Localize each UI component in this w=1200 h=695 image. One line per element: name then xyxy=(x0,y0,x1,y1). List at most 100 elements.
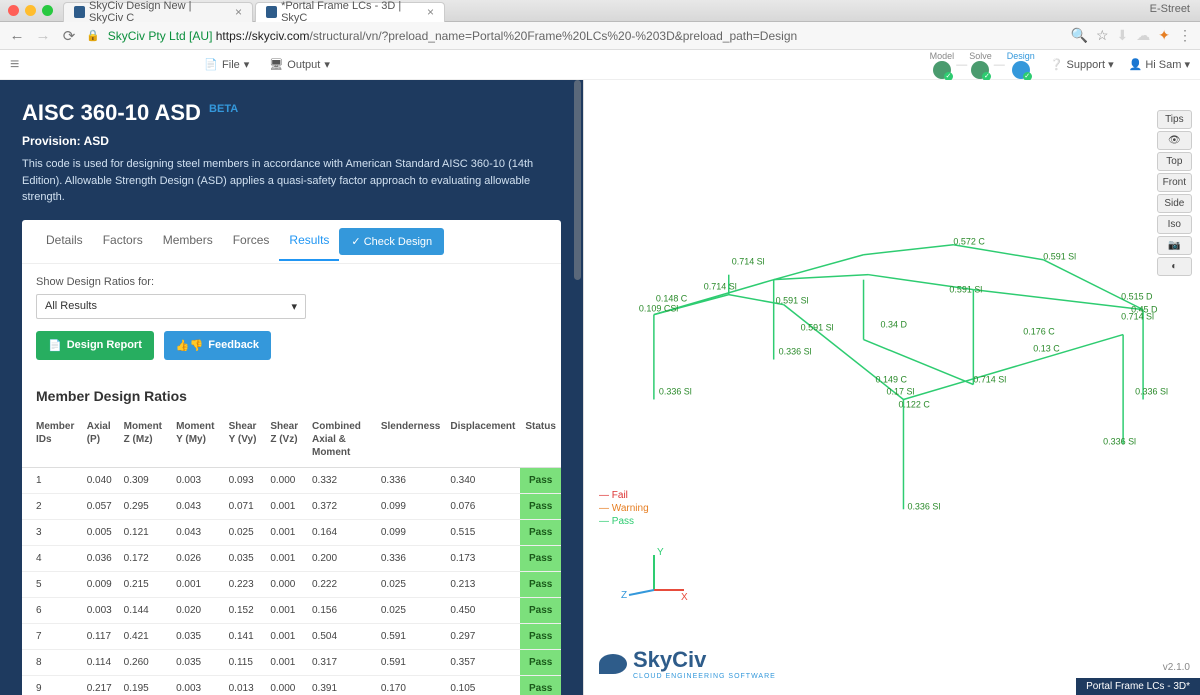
maximize-window-icon[interactable] xyxy=(42,5,53,16)
table-row[interactable]: 80.1140.2600.0350.1150.0010.3170.5910.35… xyxy=(22,649,561,675)
table-row[interactable]: 30.0050.1210.0430.0250.0010.1640.0990.51… xyxy=(22,519,561,545)
design-panel: AISC 360-10 ASD BETA Provision: ASD This… xyxy=(0,80,583,695)
svg-text:0.591 Sl: 0.591 Sl xyxy=(801,323,834,333)
code-description: This code is used for designing steel me… xyxy=(22,156,561,206)
menu-icon[interactable]: ⋮ xyxy=(1178,27,1192,44)
bookmark-icon[interactable]: ☆ xyxy=(1096,27,1109,44)
viewport-tool[interactable]: Side xyxy=(1157,194,1192,213)
svg-text:0.714 Sl: 0.714 Sl xyxy=(973,375,1006,385)
svg-text:0.148 C: 0.148 C xyxy=(656,294,688,304)
svg-text:Y: Y xyxy=(657,547,664,558)
viewport-tool[interactable]: 📷 xyxy=(1157,236,1192,255)
close-icon[interactable]: × xyxy=(235,5,242,19)
skyciv-logo: SkyCivCLOUD ENGINEERING SOFTWARE xyxy=(599,647,776,680)
support-menu[interactable]: ❔ Support ▾ xyxy=(1050,58,1114,71)
axes-gizmo: Y X Z xyxy=(619,540,689,610)
window-controls[interactable] xyxy=(8,5,53,16)
table-row[interactable]: 50.0090.2150.0010.2230.0000.2220.0250.21… xyxy=(22,571,561,597)
address-bar[interactable]: SkyCiv Pty Ltd [AU] https://skyciv.com/s… xyxy=(108,29,1063,43)
3d-viewport[interactable]: 0.591 Sl0.572 C0.591 Sl0.34 D0.591 Sl0.7… xyxy=(583,80,1200,695)
table-row[interactable]: 20.0570.2950.0430.0710.0010.3720.0990.07… xyxy=(22,493,561,519)
minimize-window-icon[interactable] xyxy=(25,5,36,16)
svg-text:0.45 D: 0.45 D xyxy=(1131,305,1158,315)
reload-button[interactable]: ⟳ xyxy=(60,27,78,45)
viewport-tool[interactable]: Iso xyxy=(1157,215,1192,234)
tab-members[interactable]: Members xyxy=(153,221,223,261)
logo-icon xyxy=(599,654,627,674)
svg-text:0.336 Sl: 0.336 Sl xyxy=(779,347,812,357)
viewport-tool[interactable]: 👁 xyxy=(1157,131,1192,150)
ratios-filter-select[interactable]: All Results▾ xyxy=(36,294,306,319)
status-badge: Pass xyxy=(520,467,561,493)
tab-factors[interactable]: Factors xyxy=(93,221,153,261)
hamburger-icon[interactable]: ≡ xyxy=(10,56,19,74)
viewport-tool[interactable]: Tips xyxy=(1157,110,1192,129)
svg-text:0.572 C: 0.572 C xyxy=(953,237,985,247)
table-title: Member Design Ratios xyxy=(22,372,561,412)
table-row[interactable]: 70.1170.4210.0350.1410.0010.5040.5910.29… xyxy=(22,623,561,649)
status-badge: Pass xyxy=(520,571,561,597)
svg-text:0.591 Sl: 0.591 Sl xyxy=(1043,252,1076,262)
provision-label: Provision: ASD xyxy=(22,134,561,148)
design-report-button[interactable]: 📄 Design Report xyxy=(36,331,154,360)
extension-label: E-Street xyxy=(1150,3,1190,15)
svg-text:0.591 Sl: 0.591 Sl xyxy=(949,285,982,295)
tab-results[interactable]: Results xyxy=(279,221,339,261)
feedback-button[interactable]: 👍👎 Feedback xyxy=(164,331,271,360)
svg-text:0.336 Sl: 0.336 Sl xyxy=(907,501,940,511)
forward-button[interactable]: → xyxy=(34,27,52,45)
status-badge: Pass xyxy=(520,597,561,623)
search-icon[interactable]: 🔍 xyxy=(1071,27,1088,44)
cloud-icon[interactable]: ☁ xyxy=(1136,27,1150,44)
user-menu[interactable]: 👤 Hi Sam ▾ xyxy=(1129,58,1190,71)
svg-text:0.591 Sl: 0.591 Sl xyxy=(776,296,809,306)
table-row[interactable]: 60.0030.1440.0200.1520.0010.1560.0250.45… xyxy=(22,597,561,623)
browser-tab-2[interactable]: *Portal Frame LCs - 3D | SkyC× xyxy=(255,2,445,22)
ratios-filter-label: Show Design Ratios for: xyxy=(36,276,547,288)
status-badge: Pass xyxy=(520,623,561,649)
tab-details[interactable]: Details xyxy=(36,221,93,261)
browser-tabstrip: SkyCiv Design New | SkyCiv C× *Portal Fr… xyxy=(0,0,1200,22)
close-window-icon[interactable] xyxy=(8,5,19,16)
version-label: v2.1.0 xyxy=(1163,662,1190,673)
back-button[interactable]: ← xyxy=(8,27,26,45)
app-menubar: ≡ 📄 File ▾ 🖥 Output ▾ Model — Solve — De… xyxy=(0,50,1200,80)
browser-toolbar: ← → ⟳ 🔒 SkyCiv Pty Ltd [AU] https://skyc… xyxy=(0,22,1200,50)
model-step-icon[interactable] xyxy=(933,61,951,79)
check-design-button[interactable]: ✓ Check Design xyxy=(339,228,444,255)
viewport-tool[interactable]: Front xyxy=(1157,173,1192,192)
svg-text:0.714 Sl: 0.714 Sl xyxy=(704,282,737,292)
table-row[interactable]: 90.2170.1950.0030.0130.0000.3910.1700.10… xyxy=(22,675,561,695)
extension-icon[interactable]: ✦ xyxy=(1158,27,1170,44)
design-step-icon[interactable] xyxy=(1012,61,1030,79)
file-menu[interactable]: 📄 File ▾ xyxy=(204,58,249,71)
close-icon[interactable]: × xyxy=(427,5,434,19)
tab-forces[interactable]: Forces xyxy=(223,221,280,261)
table-row[interactable]: 10.0400.3090.0030.0930.0000.3320.3360.34… xyxy=(22,467,561,493)
table-row[interactable]: 40.0360.1720.0260.0350.0010.2000.3360.17… xyxy=(22,545,561,571)
lock-icon: 🔒 xyxy=(86,29,100,42)
svg-text:0.17 Sl: 0.17 Sl xyxy=(887,386,915,396)
scrollbar[interactable] xyxy=(574,80,581,280)
chevron-down-icon: ▾ xyxy=(291,300,297,313)
svg-text:Z: Z xyxy=(621,590,627,601)
workflow-steps[interactable]: Model — Solve — Design xyxy=(930,51,1035,79)
svg-text:0.176 C: 0.176 C xyxy=(1023,327,1055,337)
favicon-icon xyxy=(266,6,277,18)
status-badge: Pass xyxy=(520,519,561,545)
output-menu[interactable]: 🖥 Output ▾ xyxy=(269,58,330,71)
browser-tab-1[interactable]: SkyCiv Design New | SkyCiv C× xyxy=(63,2,253,22)
footer-filename: Portal Frame LCs - 3D* xyxy=(1076,678,1200,695)
download-icon[interactable]: ⬇ xyxy=(1117,27,1129,44)
code-title: AISC 360-10 ASD BETA xyxy=(22,100,561,126)
svg-text:0.109 CSl: 0.109 CSl xyxy=(639,304,678,314)
viewport-tool[interactable]: Top xyxy=(1157,152,1192,171)
solve-step-icon[interactable] xyxy=(971,61,989,79)
legend: — Fail — Warning — Pass xyxy=(599,490,649,529)
viewport-tool[interactable]: ◐ xyxy=(1157,257,1192,276)
svg-text:X: X xyxy=(681,592,688,603)
viewport-tools: Tips 👁 Top Front Side Iso 📷 ◐ xyxy=(1157,110,1192,276)
svg-text:0.714 Sl: 0.714 Sl xyxy=(732,257,765,267)
svg-text:0.149 C: 0.149 C xyxy=(876,375,908,385)
svg-text:0.336 Sl: 0.336 Sl xyxy=(1103,436,1136,446)
